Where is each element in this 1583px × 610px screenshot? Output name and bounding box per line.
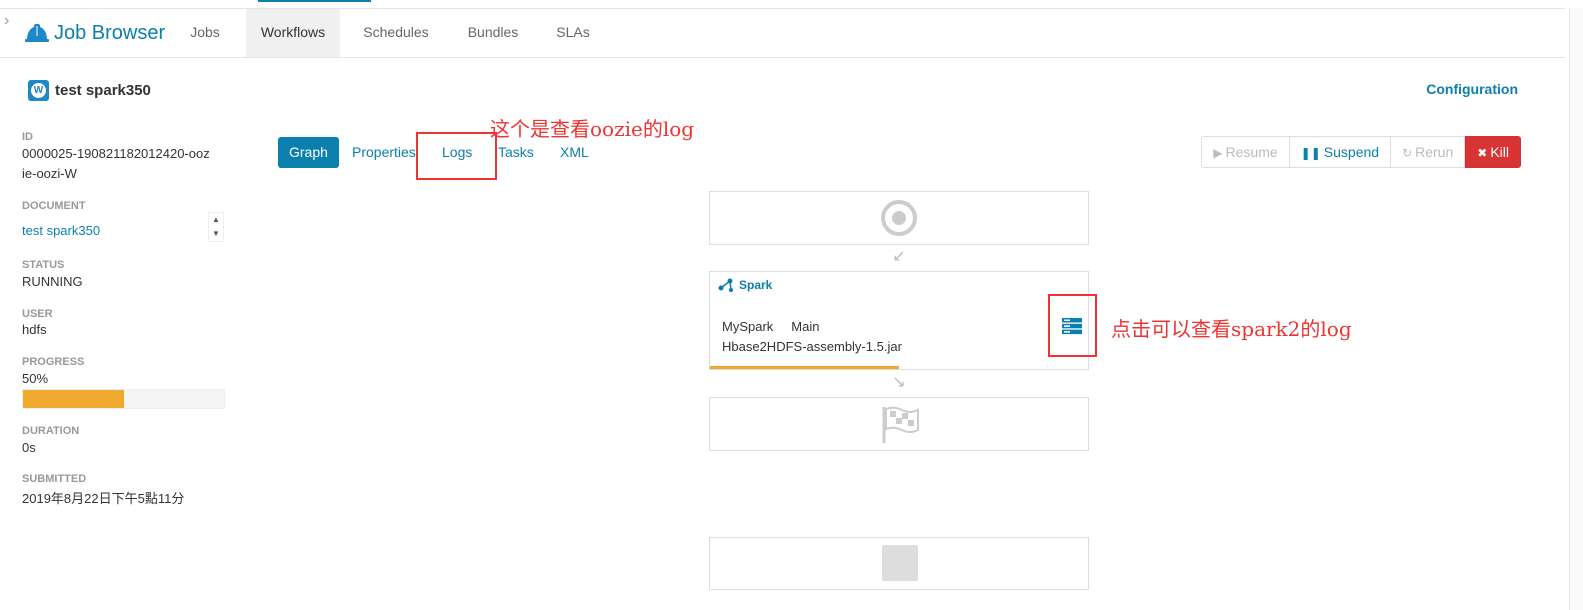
spark-log-annotation-box: [1048, 294, 1097, 357]
spark-node-name: MySpark: [722, 319, 774, 334]
workflow-icon: W: [28, 80, 49, 101]
navbar: Job Browser Jobs Workflows Schedules Bun…: [0, 9, 1565, 58]
nav-workflows[interactable]: Workflows: [246, 9, 340, 57]
play-icon: ▶: [1213, 146, 1223, 160]
stop-icon: [882, 545, 918, 581]
id-value-line2: ie-oozi-W: [22, 166, 77, 181]
pause-icon: ❚❚: [1300, 146, 1321, 160]
nav-slas[interactable]: SLAs: [546, 9, 600, 57]
spark-log-annotation-text: 点击可以查看spark2的log: [1111, 317, 1352, 341]
close-icon: ✖: [1477, 146, 1488, 160]
spark-node-progress: [710, 366, 899, 369]
kill-button[interactable]: ✖ Kill: [1465, 136, 1521, 168]
progress-value: 50%: [22, 371, 49, 386]
progress-label: PROGRESS: [22, 356, 85, 368]
progress-bar-fill: [23, 390, 124, 408]
spark-action-node[interactable]: Spark MySpark Main Hbase2HDFS-assembly-1.…: [709, 271, 1089, 370]
workflow-name: test spark350: [55, 82, 151, 99]
kill-node: [709, 537, 1089, 590]
tab-properties[interactable]: Properties: [352, 137, 416, 168]
configuration-link[interactable]: Configuration: [1426, 81, 1518, 97]
brand-title: Job Browser: [54, 21, 166, 44]
submitted-value: 2019年8月22日下午5點11分: [22, 491, 185, 506]
resume-button[interactable]: ▶ Resume: [1201, 136, 1290, 168]
spark-node-class: Main: [791, 319, 820, 334]
progress-bar: [22, 389, 225, 409]
duration-label: DURATION: [22, 425, 80, 437]
arrow-down-icon: ↘: [892, 374, 906, 391]
workflow-title: W test spark350: [28, 80, 151, 101]
status-value: RUNNING: [22, 274, 83, 289]
document-label: DOCUMENT: [22, 200, 86, 212]
document-link[interactable]: test spark350: [22, 223, 100, 238]
id-label: ID: [22, 131, 33, 143]
start-node: [709, 191, 1089, 245]
duration-value: 0s: [22, 440, 36, 455]
user-value: hdfs: [22, 322, 47, 337]
hard-hat-icon: [25, 24, 49, 42]
page-scrollbar[interactable]: [1569, 8, 1583, 610]
submitted-label: SUBMITTED: [22, 473, 87, 485]
nav-bundles[interactable]: Bundles: [456, 9, 530, 57]
id-value-line1: 0000025-190821182012420-ooz: [22, 146, 210, 161]
user-label: USER: [22, 308, 53, 320]
refresh-icon: ↻: [1402, 146, 1413, 160]
end-node: [709, 397, 1089, 451]
logs-annotation-box: [416, 132, 497, 180]
nav-jobs[interactable]: Jobs: [176, 9, 234, 57]
spark-node-type: Spark: [739, 278, 773, 292]
arrow-down-icon: ↙: [892, 248, 906, 265]
workflow-actions: ▶ Resume ❚❚ Suspend ↻ Rerun ✖ Kill: [1201, 136, 1521, 168]
status-label: STATUS: [22, 259, 65, 271]
rerun-button[interactable]: ↻ Rerun: [1390, 136, 1466, 168]
spark-icon: [718, 278, 733, 292]
document-scroller[interactable]: ▲ ▼: [208, 212, 224, 242]
logs-annotation-text: 这个是查看oozie的log: [490, 117, 695, 141]
suspend-button[interactable]: ❚❚ Suspend: [1288, 136, 1392, 168]
top-accent-bar: [258, 0, 371, 2]
flag-checkered-icon: [882, 406, 919, 443]
nav-schedules[interactable]: Schedules: [352, 9, 440, 57]
brand[interactable]: Job Browser: [24, 19, 165, 47]
target-icon: [881, 200, 917, 236]
spark-node-jar: Hbase2HDFS-assembly-1.5.jar: [722, 339, 902, 354]
tab-graph[interactable]: Graph: [278, 137, 339, 168]
